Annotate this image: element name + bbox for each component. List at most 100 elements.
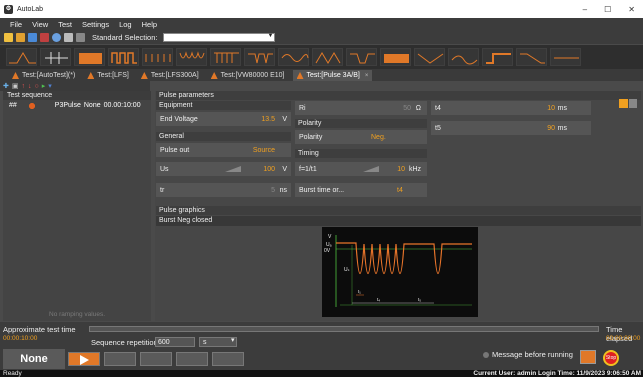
waveform-flat-icon[interactable] (550, 48, 581, 66)
tab-close-icon[interactable]: × (365, 73, 369, 79)
save-icon[interactable] (28, 32, 37, 42)
t4-row[interactable]: t4 10 ms (431, 101, 591, 115)
pulse-graphics-title: Pulse graphics (156, 206, 641, 215)
ri-value[interactable]: 50 (403, 105, 411, 112)
end-voltage-row[interactable]: End Voltage 13.5 V (156, 112, 291, 126)
refresh-icon[interactable] (52, 32, 61, 42)
test-sequence-panel: Test sequence ## P3Pulse None 00.00:10:0… (3, 91, 151, 321)
polarity-row[interactable]: Polarity Neg. (295, 130, 427, 144)
message-checkbox[interactable] (483, 352, 489, 358)
maximize-button[interactable]: ☐ (604, 5, 611, 14)
frequency-value[interactable]: 10 (397, 166, 405, 173)
equipment-section: Equipment (156, 101, 291, 110)
device-icon[interactable] (64, 32, 73, 42)
main-toolbar: Standard Selection: (0, 30, 643, 44)
menu-log[interactable]: Log (119, 20, 132, 29)
chevron-down-icon[interactable]: ▾ (231, 336, 235, 344)
step-button[interactable] (140, 352, 172, 366)
menu-file[interactable]: File (10, 20, 22, 29)
burst-neg-closed-tab[interactable]: Burst Neg closed (156, 216, 641, 226)
menu-test[interactable]: Test (58, 20, 72, 29)
waveform-burst-icon[interactable] (210, 48, 241, 66)
menu-settings[interactable]: Settings (82, 20, 109, 29)
burst-time-row[interactable]: Burst time or... t4 (295, 183, 427, 197)
v-label: V (328, 234, 332, 240)
status-bar: Ready Current User: admin Login Time: 11… (0, 370, 643, 377)
t5-value[interactable]: 90 (547, 125, 555, 132)
waveform-cross-icon[interactable] (40, 48, 71, 66)
t5-row[interactable]: t5 90 ms (431, 121, 591, 135)
waveform-sine-icon[interactable] (278, 48, 309, 66)
warning-icon (296, 72, 304, 79)
tab-autotest[interactable]: Test:[AutoTest](*) (8, 70, 80, 81)
warning-icon (140, 72, 148, 79)
approx-time-value: 00:00:10:00 (3, 335, 38, 342)
pulse-out-value[interactable]: Source (253, 147, 275, 154)
play-icon[interactable]: ▸ (42, 82, 46, 90)
open-icon[interactable] (16, 32, 25, 42)
minimize-button[interactable]: – (583, 5, 587, 14)
ramp-icon (363, 166, 379, 172)
pulse-graphics-scope: V Uₐ 0V Uₛ t₁ t₄ t₅ (322, 227, 478, 317)
title-bar: ⚙ AutoLab – ☐ ✕ (0, 0, 643, 18)
stop-button[interactable]: Stop (603, 350, 619, 366)
waveform-dip-icon[interactable] (346, 48, 377, 66)
user-info: Current User: admin Login Time: 11/9/202… (473, 370, 641, 377)
test-tabs: Test:[AutoTest](*) Test:[LFS] Test:[LFS3… (0, 69, 643, 81)
tab-pulse-3ab[interactable]: Test:[Pulse 3A/B] × (292, 70, 373, 81)
burst-time-value[interactable]: t4 (397, 187, 403, 194)
remove-icon[interactable]: ○ (35, 83, 39, 90)
close-button[interactable]: ✕ (628, 5, 635, 14)
move-up-icon[interactable]: ↑ (22, 83, 26, 90)
standard-selection-dropdown[interactable] (163, 32, 276, 42)
pulse-out-row[interactable]: Pulse out Source (156, 143, 291, 157)
menu-help[interactable]: Help (142, 20, 157, 29)
waveform-step-icon[interactable] (482, 48, 513, 66)
waveform-decay-icon[interactable] (176, 48, 207, 66)
delete-icon[interactable] (40, 32, 49, 42)
frequency-row[interactable]: f=1/t1 10 kHz (295, 162, 427, 176)
view-toggle-icon[interactable] (619, 99, 637, 108)
us-row[interactable]: Us 100 V (156, 162, 291, 176)
waveform-ramp-icon[interactable] (6, 48, 37, 66)
waveform-wide-block-icon[interactable] (380, 48, 411, 66)
add-icon[interactable]: ✚ (3, 82, 9, 90)
tr-row[interactable]: tr 5 ns (156, 183, 291, 197)
tab-vw80000[interactable]: Test:[VW80000 E10] (206, 70, 289, 81)
menu-view[interactable]: View (32, 20, 48, 29)
pause-button[interactable] (104, 352, 136, 366)
sequence-repetition-input[interactable]: 600 (155, 337, 195, 347)
waveform-wave-icon[interactable] (448, 48, 479, 66)
tab-lfs300a[interactable]: Test:[LFS300A] (136, 70, 203, 81)
settings-icon[interactable] (76, 32, 85, 42)
waveform-pulses-icon[interactable] (108, 48, 139, 66)
waveform-slope-icon[interactable] (516, 48, 547, 66)
bottom-panel: Approximate test time 00:00:10:00 Time e… (0, 322, 643, 377)
waveform-vee-icon[interactable] (414, 48, 445, 66)
us-value[interactable]: 100 (263, 166, 275, 173)
waveform-spikes-icon[interactable] (142, 48, 173, 66)
play-icon (79, 355, 89, 365)
tr-value[interactable]: 5 (271, 187, 275, 194)
export-button[interactable] (212, 352, 244, 366)
pulse-parameters-title: Pulse parameters (156, 91, 641, 100)
edit-button[interactable] (176, 352, 208, 366)
waveform-tri-icon[interactable] (312, 48, 343, 66)
new-icon[interactable] (4, 32, 13, 42)
sequence-row[interactable]: ## P3Pulse None 00.00:10:00 (3, 100, 151, 111)
run-button[interactable] (68, 352, 100, 366)
general-section: General (156, 132, 291, 141)
export-report-icon[interactable] (580, 350, 596, 364)
polarity-value[interactable]: Neg. (371, 134, 386, 141)
tab-lfs[interactable]: Test:[LFS] (83, 70, 133, 81)
ri-row[interactable]: Ri 50 Ω (295, 101, 427, 115)
copy-icon[interactable]: ▣ (12, 82, 19, 90)
waveform-notch-icon[interactable] (244, 48, 275, 66)
waveform-block-icon[interactable] (74, 48, 105, 66)
move-down-icon[interactable]: ↓ (28, 83, 32, 90)
filter-icon[interactable]: ▾ (48, 82, 52, 90)
mode-button[interactable]: None (3, 349, 65, 369)
t4-value[interactable]: 10 (547, 105, 555, 112)
end-voltage-value[interactable]: 13.5 (261, 116, 275, 123)
status-text: Ready (3, 370, 22, 377)
